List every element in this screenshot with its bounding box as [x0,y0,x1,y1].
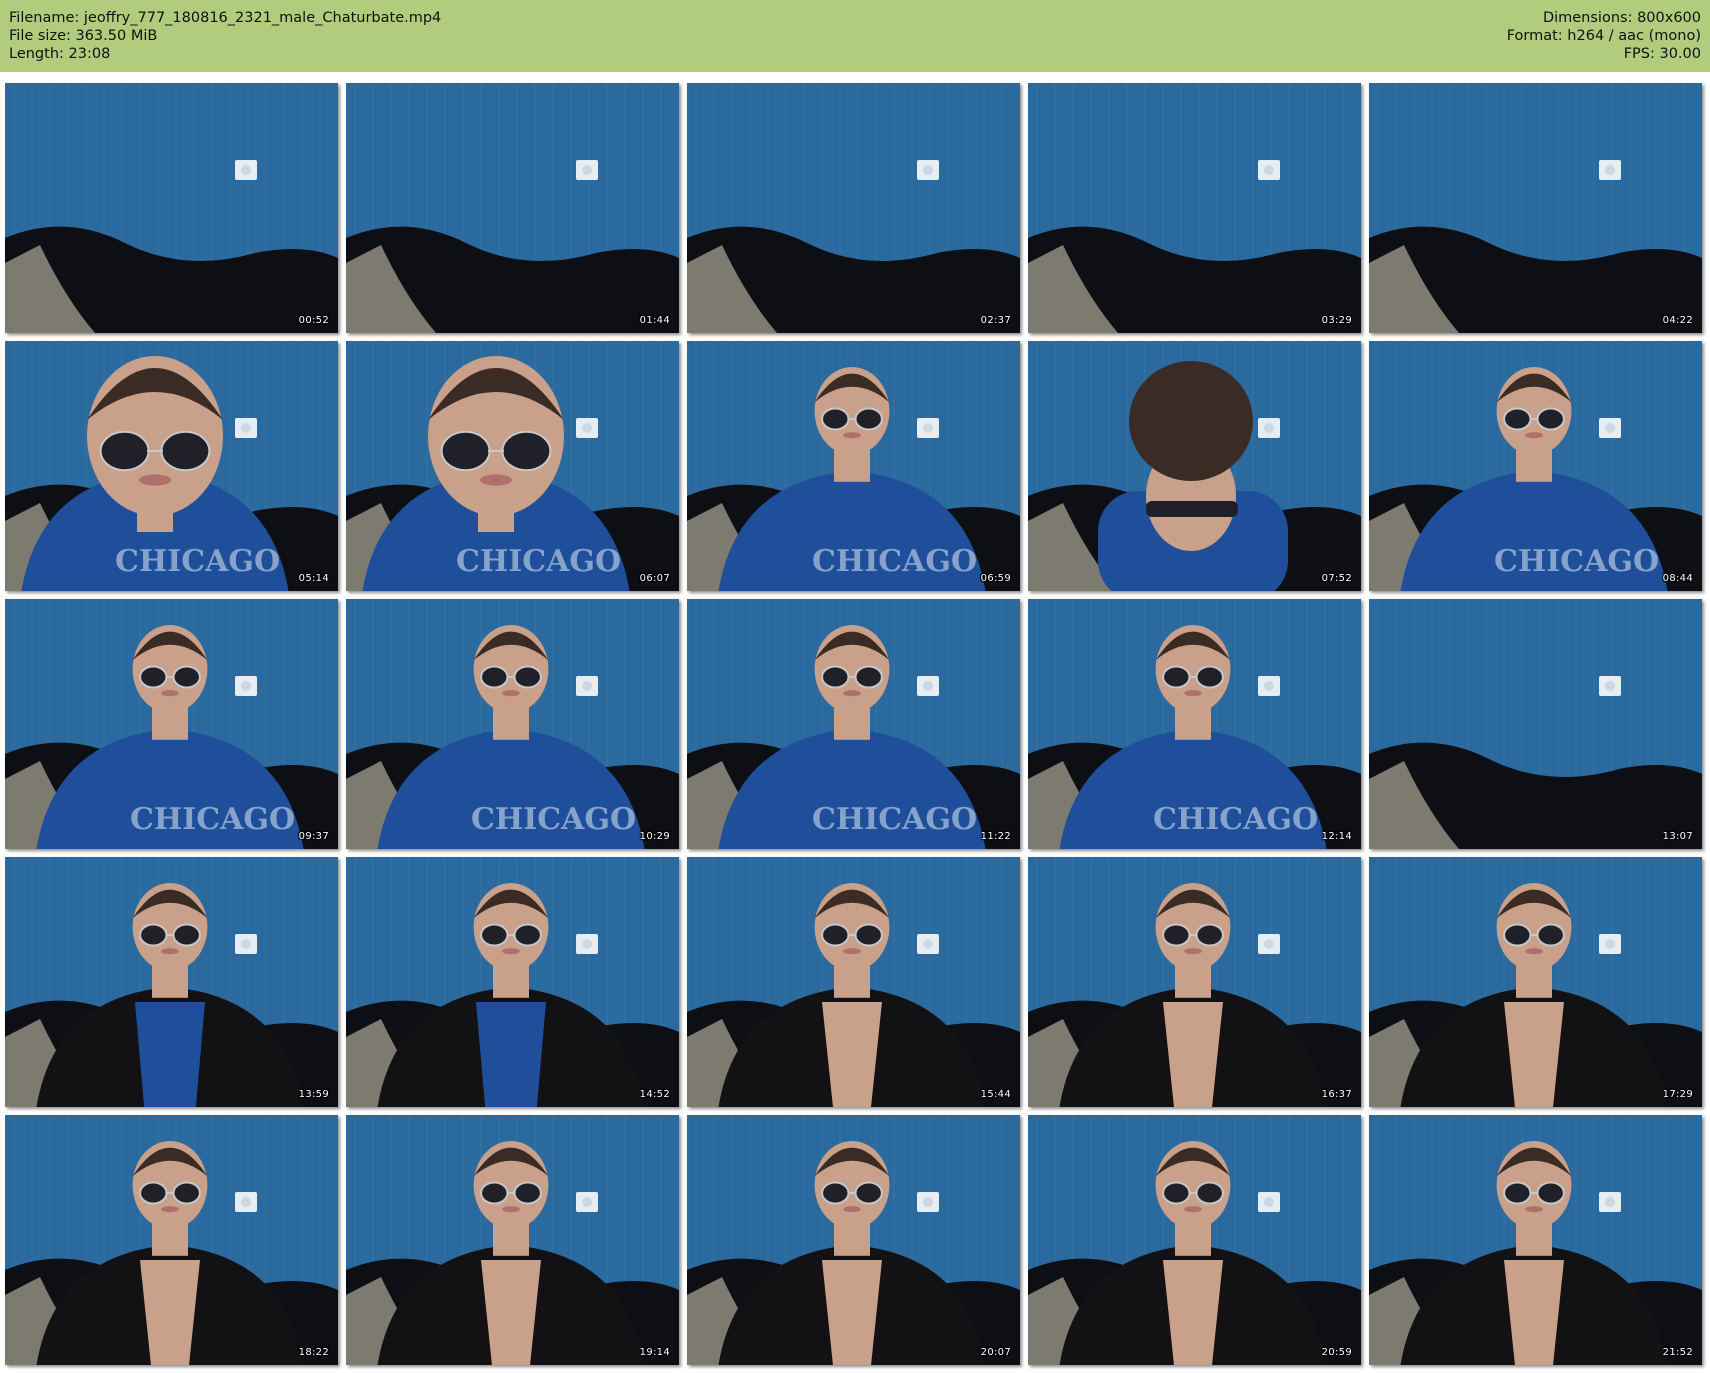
thumbnail-timestamp: 05:14 [298,573,329,584]
video-thumbnail[interactable]: CHICAGO 06:59 [687,341,1020,591]
video-thumbnail[interactable]: 00:52 [5,83,338,333]
video-thumbnail[interactable]: CHICAGO 10:29 [346,599,679,849]
svg-text:CHICAGO: CHICAGO [1153,802,1318,837]
thumbnail-frame-image [5,83,338,333]
thumbnail-frame-image [1369,857,1702,1107]
thumbnail-timestamp: 08:44 [1662,573,1693,584]
thumbnail-frame-image: CHICAGO [1028,599,1361,849]
video-thumbnail[interactable]: 07:52 [1028,341,1361,591]
thumbnail-timestamp: 20:59 [1321,1347,1352,1358]
thumbnail-timestamp: 13:07 [1662,831,1693,842]
thumbnail-timestamp: 11:22 [980,831,1011,842]
thumbnail-timestamp: 06:59 [980,573,1011,584]
video-thumbnail[interactable]: CHICAGO 11:22 [687,599,1020,849]
svg-text:CHICAGO: CHICAGO [812,544,977,579]
thumbnail-timestamp: 15:44 [980,1089,1011,1100]
video-thumbnail[interactable]: 01:44 [346,83,679,333]
thumbnail-frame-image [346,83,679,333]
video-thumbnail[interactable]: 13:59 [5,857,338,1107]
video-thumbnail[interactable]: 17:29 [1369,857,1702,1107]
thumbnail-frame-image [687,857,1020,1107]
video-thumbnail[interactable]: CHICAGO 09:37 [5,599,338,849]
video-thumbnail[interactable]: 02:37 [687,83,1020,333]
thumbnail-frame-image: CHICAGO [1369,341,1702,591]
thumbnail-frame-image: CHICAGO [346,599,679,849]
video-thumbnail[interactable]: 13:07 [1369,599,1702,849]
thumbnail-grid: 00:52 01:44 02:37 03:29 04:22 CHICAGO 05:14 CHI… [0,0,1710,1373]
thumbnail-timestamp: 10:29 [639,831,670,842]
svg-text:CHICAGO: CHICAGO [812,802,977,837]
thumbnail-frame-image [1369,599,1702,849]
thumbnail-timestamp: 19:14 [639,1347,670,1358]
thumbnail-frame-image [1028,857,1361,1107]
thumbnail-frame-image [346,1115,679,1365]
thumbnail-frame-image: CHICAGO [687,599,1020,849]
video-thumbnail[interactable]: CHICAGO 05:14 [5,341,338,591]
video-thumbnail[interactable]: 20:07 [687,1115,1020,1365]
thumbnail-timestamp: 01:44 [639,315,670,326]
thumbnail-frame-image [1028,341,1361,591]
video-thumbnail[interactable]: CHICAGO 12:14 [1028,599,1361,849]
video-thumbnail[interactable]: 16:37 [1028,857,1361,1107]
thumbnail-timestamp: 16:37 [1321,1089,1352,1100]
video-thumbnail[interactable]: 18:22 [5,1115,338,1365]
thumbnail-timestamp: 04:22 [1662,315,1693,326]
thumbnail-frame-image: CHICAGO [5,341,338,591]
video-thumbnail[interactable]: 21:52 [1369,1115,1702,1365]
thumbnail-frame-image: CHICAGO [5,599,338,849]
svg-text:CHICAGO: CHICAGO [115,544,280,579]
video-thumbnail[interactable]: CHICAGO 06:07 [346,341,679,591]
svg-text:CHICAGO: CHICAGO [1494,544,1659,579]
svg-text:CHICAGO: CHICAGO [471,802,636,837]
thumbnail-frame-image: CHICAGO [687,341,1020,591]
thumbnail-timestamp: 02:37 [980,315,1011,326]
thumbnail-timestamp: 07:52 [1321,573,1352,584]
thumbnail-frame-image [5,1115,338,1365]
thumbnail-frame-image [346,857,679,1107]
video-thumbnail[interactable]: CHICAGO 08:44 [1369,341,1702,591]
thumbnail-frame-image [1028,83,1361,333]
thumbnail-timestamp: 06:07 [639,573,670,584]
thumbnail-timestamp: 21:52 [1662,1347,1693,1358]
svg-text:CHICAGO: CHICAGO [130,802,295,837]
thumbnail-timestamp: 12:14 [1321,831,1352,842]
thumbnail-frame-image [687,83,1020,333]
video-thumbnail[interactable]: 03:29 [1028,83,1361,333]
thumbnail-timestamp: 14:52 [639,1089,670,1100]
thumbnail-timestamp: 18:22 [298,1347,329,1358]
thumbnail-timestamp: 09:37 [298,831,329,842]
thumbnail-frame-image: CHICAGO [346,341,679,591]
video-thumbnail[interactable]: 20:59 [1028,1115,1361,1365]
thumbnail-frame-image [1369,83,1702,333]
video-thumbnail[interactable]: 14:52 [346,857,679,1107]
thumbnail-timestamp: 13:59 [298,1089,329,1100]
svg-text:CHICAGO: CHICAGO [456,544,621,579]
video-thumbnail[interactable]: 15:44 [687,857,1020,1107]
video-thumbnail[interactable]: 19:14 [346,1115,679,1365]
thumbnail-timestamp: 17:29 [1662,1089,1693,1100]
video-thumbnail[interactable]: 04:22 [1369,83,1702,333]
thumbnail-frame-image [5,857,338,1107]
thumbnail-frame-image [1028,1115,1361,1365]
thumbnail-frame-image [687,1115,1020,1365]
thumbnail-timestamp: 00:52 [298,315,329,326]
thumbnail-timestamp: 03:29 [1321,315,1352,326]
thumbnail-frame-image [1369,1115,1702,1365]
thumbnail-timestamp: 20:07 [980,1347,1011,1358]
